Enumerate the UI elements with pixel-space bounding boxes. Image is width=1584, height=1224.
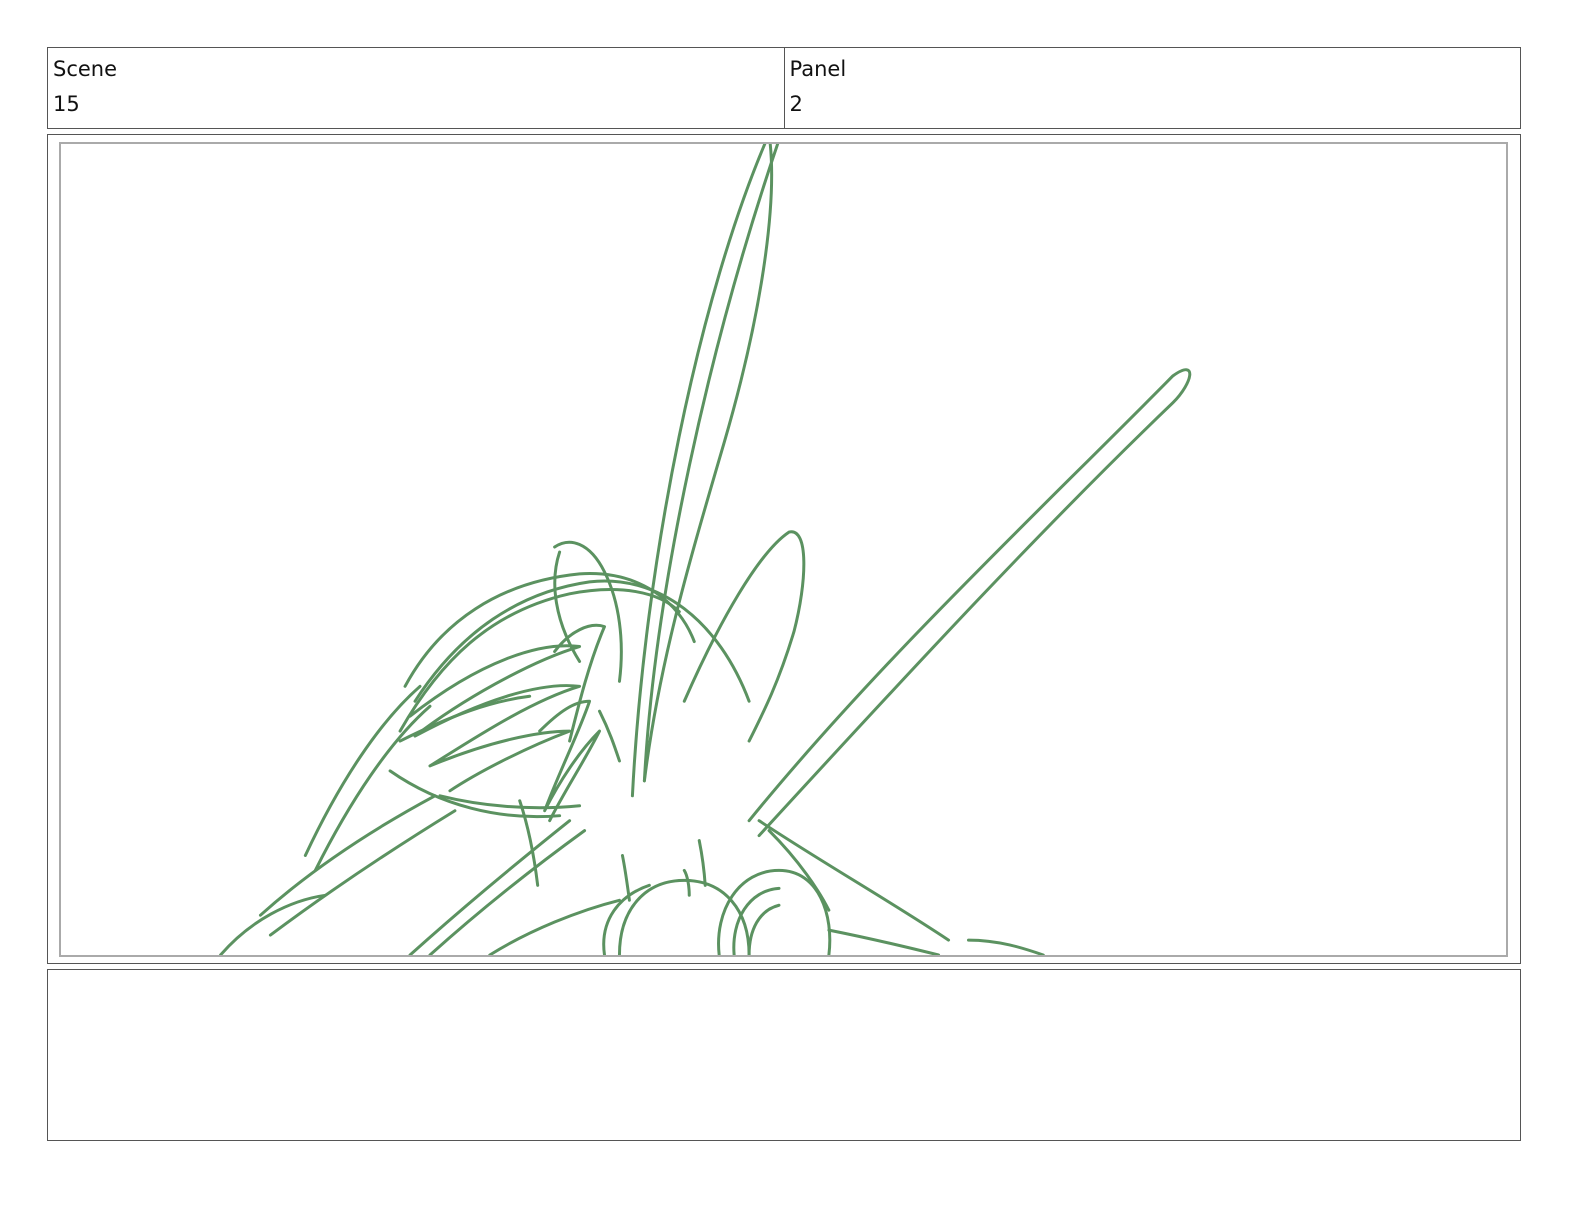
scene-label: Scene [53, 57, 118, 81]
storyboard-panel-frame [47, 134, 1521, 964]
storyboard-panel-safe-area [59, 142, 1508, 957]
scene-number: 15 [53, 92, 80, 116]
sketch-drawing [219, 144, 1192, 955]
panel-label: Panel [789, 57, 847, 81]
panel-cell: Panel 2 [783, 48, 1521, 128]
panel-notes-box [47, 969, 1521, 1141]
panel-number: 2 [789, 92, 803, 116]
storyboard-header: Scene 15 Panel 2 [47, 47, 1521, 129]
scene-cell: Scene 15 [48, 48, 784, 128]
